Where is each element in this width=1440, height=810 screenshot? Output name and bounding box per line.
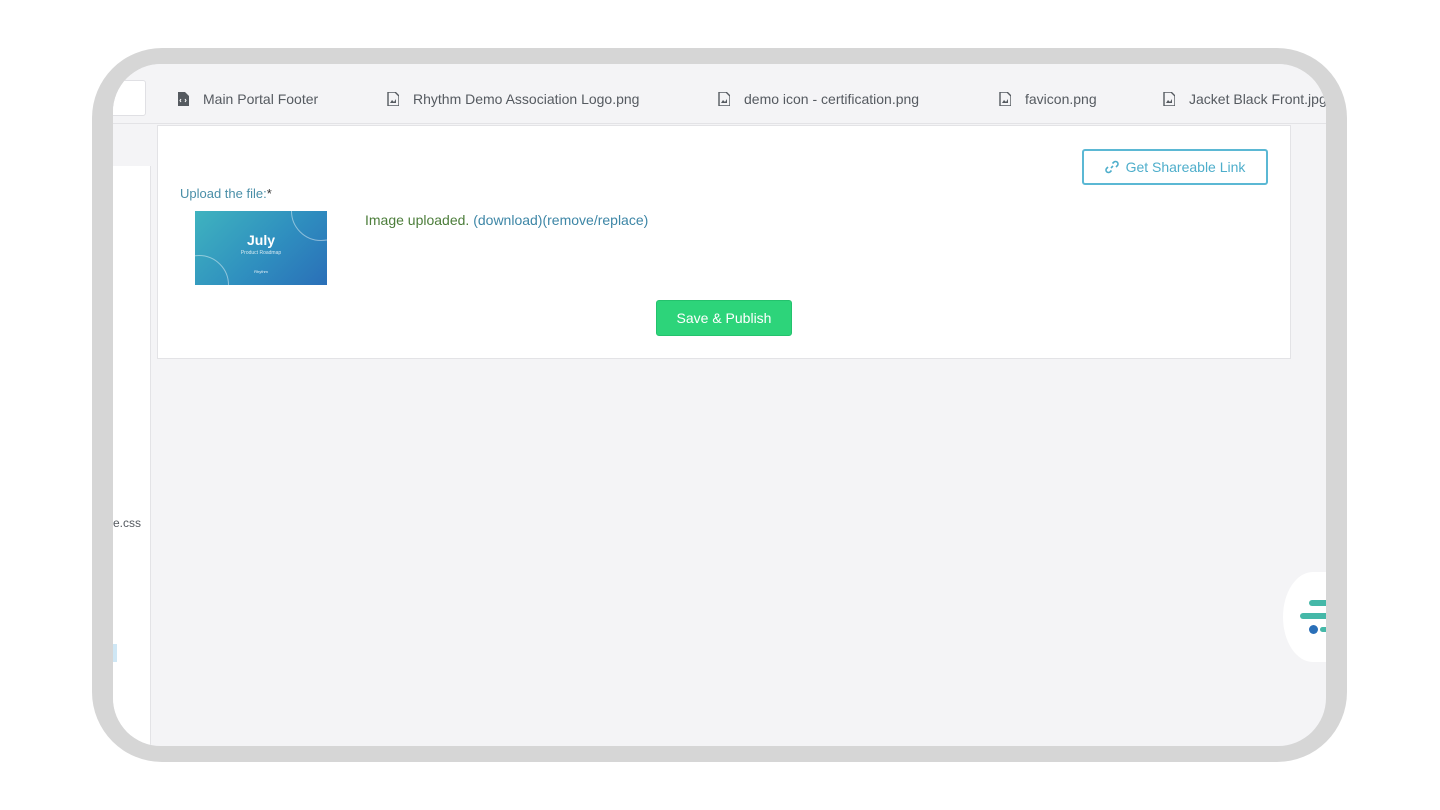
tab-label: Jacket Black Front.jpg <box>1189 91 1326 107</box>
tab-main-portal-footer[interactable]: Main Portal Footer <box>177 88 318 110</box>
file-editor-card: Get Shareable Link Upload the file:* Jul… <box>157 125 1291 359</box>
download-link[interactable]: (download) <box>473 212 542 228</box>
tab-bar: Main Portal Footer Rhythm Demo Associati… <box>113 64 1326 124</box>
remove-replace-link[interactable]: (remove/replace) <box>542 212 648 228</box>
share-button-label: Get Shareable Link <box>1125 159 1246 175</box>
tab-label: favicon.png <box>1025 91 1097 107</box>
upload-label-text: Upload the file: <box>180 186 267 201</box>
app-screen: Main Portal Footer Rhythm Demo Associati… <box>113 64 1326 746</box>
sidebar-selection-marker <box>113 644 117 662</box>
uploaded-image-thumbnail: July Product Roadmap Rhythm <box>195 211 327 285</box>
image-file-icon <box>999 92 1011 106</box>
thumbnail-brand: Rhythm <box>254 269 268 274</box>
file-sidebar: e.css <box>113 166 151 746</box>
thumbnail-subtitle: Product Roadmap <box>240 250 282 256</box>
tab-jacket-black-front[interactable]: Jacket Black Front.jpg <box>1163 88 1326 110</box>
sidebar-item-css-file[interactable]: e.css <box>113 516 151 530</box>
tab-bar-left-control[interactable] <box>113 80 146 116</box>
widget-bar <box>1320 627 1326 632</box>
save-and-publish-button[interactable]: Save & Publish <box>656 300 792 336</box>
tab-demo-icon-certification[interactable]: demo icon - certification.png <box>718 88 919 110</box>
upload-status: Image uploaded. (download)(remove/replac… <box>365 212 648 228</box>
tab-label: Main Portal Footer <box>203 91 319 107</box>
image-file-icon <box>718 92 730 106</box>
tab-label: Rhythm Demo Association Logo.png <box>413 91 640 107</box>
upload-status-text: Image uploaded. <box>365 212 474 228</box>
widget-dot <box>1309 625 1318 634</box>
widget-bar <box>1309 600 1326 606</box>
tab-favicon[interactable]: favicon.png <box>999 88 1097 110</box>
required-mark: * <box>266 186 272 201</box>
image-file-icon <box>1163 92 1175 106</box>
sidebar-header-gap <box>113 125 151 166</box>
help-widget[interactable] <box>1283 572 1326 662</box>
thumbnail-title: July <box>246 232 275 248</box>
get-shareable-link-button[interactable]: Get Shareable Link <box>1082 149 1268 185</box>
image-file-icon <box>387 92 399 106</box>
tab-rhythm-demo-logo[interactable]: Rhythm Demo Association Logo.png <box>387 88 639 110</box>
code-file-icon <box>177 92 189 106</box>
link-icon <box>1104 160 1119 174</box>
widget-bar <box>1300 613 1326 619</box>
upload-field-label: Upload the file:* <box>180 186 272 201</box>
tab-label: demo icon - certification.png <box>744 91 920 107</box>
